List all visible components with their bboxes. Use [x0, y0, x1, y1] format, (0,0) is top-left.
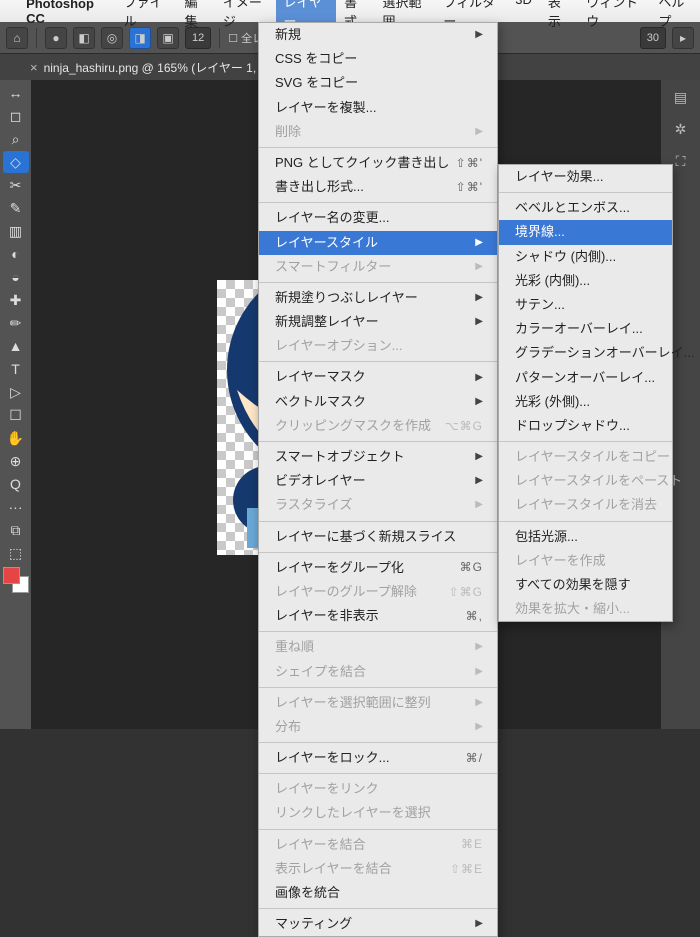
brush-size[interactable]: 30	[640, 27, 666, 49]
tool-19[interactable]: ⧉	[3, 519, 29, 541]
style-menu-item-15: レイヤースタイルを消去	[499, 493, 672, 517]
tool-17[interactable]: Q	[3, 473, 29, 495]
style-menu-item-9[interactable]: パターンオーバーレイ...	[499, 366, 672, 390]
layer-menu-item-17[interactable]: レイヤーマスク▶	[259, 365, 497, 389]
menu-表示[interactable]: 表示	[540, 0, 578, 30]
opt-2[interactable]: ◎	[101, 27, 123, 49]
tool-2[interactable]: ⌕	[3, 128, 29, 150]
style-menu-item-3[interactable]: 境界線...	[499, 220, 672, 244]
tool-10[interactable]: ✏	[3, 312, 29, 334]
tool-3[interactable]: ◇	[3, 151, 29, 173]
tool-14[interactable]: ☐	[3, 404, 29, 426]
tool-0[interactable]: ↔	[3, 82, 29, 104]
tool-18[interactable]: ···	[3, 496, 29, 518]
opt-4[interactable]: ▣	[157, 27, 179, 49]
layer-menu-item-32: シェイプを結合▶	[259, 660, 497, 684]
tool-6[interactable]: ▥	[3, 220, 29, 242]
tab-title: ninja_hashiru.png @ 165% (レイヤー 1, RG	[44, 59, 278, 76]
tool-5[interactable]: ✎	[3, 197, 29, 219]
layer-menu-item-42: レイヤーを結合⌘E	[259, 833, 497, 857]
style-menu-item-8[interactable]: グラデーションオーバーレイ...	[499, 341, 672, 365]
layer-menu-item-44[interactable]: 画像を統合	[259, 881, 497, 905]
layer-menu-item-23: ラスタライズ▶	[259, 493, 497, 517]
menu-ヘルプ[interactable]: ヘルプ	[650, 0, 700, 30]
layer-menu-item-3[interactable]: レイヤーを複製...	[259, 96, 497, 120]
style-menu-item-11[interactable]: ドロップシャドウ...	[499, 414, 672, 438]
style-menu-item-17[interactable]: 包括光源...	[499, 525, 672, 549]
layer-menu-item-0[interactable]: 新規▶	[259, 23, 497, 47]
style-menu-item-20: 効果を拡大・縮小...	[499, 597, 672, 621]
style-menu-item-7[interactable]: カラーオーバーレイ...	[499, 317, 672, 341]
document-tab[interactable]: × ninja_hashiru.png @ 165% (レイヤー 1, RG	[30, 59, 278, 76]
style-menu-item-14: レイヤースタイルをペースト	[499, 469, 672, 493]
layer-menu-item-6[interactable]: PNG としてクイック書き出し⇧⌘'	[259, 151, 497, 175]
tool-15[interactable]: ✋	[3, 427, 29, 449]
opt-3[interactable]: ◨	[129, 27, 151, 49]
dock-icon-1[interactable]: ✲	[668, 118, 694, 140]
color-swatches[interactable]	[3, 567, 29, 593]
layer-menu-item-14[interactable]: 新規調整レイヤー▶	[259, 310, 497, 334]
layer-menu-item-34: レイヤーを選択範囲に整列▶	[259, 691, 497, 715]
layer-menu-item-25[interactable]: レイヤーに基づく新規スライス	[259, 525, 497, 549]
tool-1[interactable]: ◻	[3, 105, 29, 127]
layer-menu-item-21[interactable]: スマートオブジェクト▶	[259, 445, 497, 469]
style-menu-item-13: レイヤースタイルをコピー	[499, 445, 672, 469]
style-menu-item-2[interactable]: ベベルとエンボス...	[499, 196, 672, 220]
brush-preset[interactable]: ●	[45, 27, 67, 49]
layer-menu-item-29[interactable]: レイヤーを非表示⌘,	[259, 604, 497, 628]
layer-menu-item-22[interactable]: ビデオレイヤー▶	[259, 469, 497, 493]
layer-menu-item-43: 表示レイヤーを結合⇧⌘E	[259, 857, 497, 881]
layer-menu-item-11: スマートフィルター▶	[259, 255, 497, 279]
tool-4[interactable]: ✂	[3, 174, 29, 196]
style-menu-item-10[interactable]: 光彩 (外側)...	[499, 390, 672, 414]
home-button[interactable]: ⌂	[6, 27, 28, 49]
opt-1[interactable]: ◧	[73, 27, 95, 49]
menu-編集[interactable]: 編集	[176, 0, 214, 30]
layer-menu-item-10[interactable]: レイヤースタイル▶	[259, 231, 497, 255]
layer-menu-item-9[interactable]: レイヤー名の変更...	[259, 206, 497, 230]
layer-menu-item-39: レイヤーをリンク	[259, 777, 497, 801]
layer-style-submenu: レイヤー効果...ベベルとエンボス...境界線...シャドウ (内側)...光彩…	[498, 164, 673, 622]
close-icon[interactable]: ×	[30, 60, 38, 75]
style-menu-item-4[interactable]: シャドウ (内側)...	[499, 245, 672, 269]
tool-11[interactable]: ▲	[3, 335, 29, 357]
layer-menu-item-27[interactable]: レイヤーをグループ化⌘G	[259, 556, 497, 580]
style-menu-item-6[interactable]: サテン...	[499, 293, 672, 317]
tool-7[interactable]: ◐	[3, 243, 29, 265]
menu-ウィンドウ[interactable]: ウィンドウ	[578, 0, 650, 30]
dock-icon-0[interactable]: ▤	[668, 86, 694, 108]
tool-panel: ↔◻⌕◇✂✎▥◐◒✚✏▲T▷☐✋⊕Q···⧉⬚	[0, 80, 32, 729]
opacity-field[interactable]: 12	[185, 27, 211, 49]
layer-menu-item-35: 分布▶	[259, 715, 497, 739]
tool-9[interactable]: ✚	[3, 289, 29, 311]
menu-ファイル[interactable]: ファイル	[116, 0, 177, 30]
layer-menu-item-2[interactable]: SVG をコピー	[259, 71, 497, 95]
layer-menu: 新規▶CSS をコピーSVG をコピーレイヤーを複製...削除▶ PNG としてク…	[258, 22, 498, 937]
layer-menu-item-40: リンクしたレイヤーを選択	[259, 801, 497, 825]
tool-20[interactable]: ⬚	[3, 542, 29, 564]
panel-toggle[interactable]: ▸	[672, 27, 694, 49]
layer-menu-item-28: レイヤーのグループ解除⇧⌘G	[259, 580, 497, 604]
style-menu-item-0[interactable]: レイヤー効果...	[499, 165, 672, 189]
layer-menu-item-37[interactable]: レイヤーをロック...⌘/	[259, 746, 497, 770]
menu-3D[interactable]: 3D	[507, 0, 540, 30]
layer-menu-item-13[interactable]: 新規塗りつぶしレイヤー▶	[259, 286, 497, 310]
style-menu-item-19[interactable]: すべての効果を隠す	[499, 573, 672, 597]
layer-menu-item-19: クリッピングマスクを作成⌥⌘G	[259, 414, 497, 438]
tool-12[interactable]: T	[3, 358, 29, 380]
layer-menu-item-15: レイヤーオプション...	[259, 334, 497, 358]
layer-menu-item-46[interactable]: マッティング▶	[259, 912, 497, 936]
layer-menu-item-4: 削除▶	[259, 120, 497, 144]
mac-menubar: Photoshop CC ファイル編集イメージレイヤー書式選択範囲フィルター3D…	[0, 0, 700, 22]
tool-13[interactable]: ▷	[3, 381, 29, 403]
tool-16[interactable]: ⊕	[3, 450, 29, 472]
style-menu-item-5[interactable]: 光彩 (内側)...	[499, 269, 672, 293]
layer-menu-item-1[interactable]: CSS をコピー	[259, 47, 497, 71]
layer-menu-item-18[interactable]: ベクトルマスク▶	[259, 390, 497, 414]
style-menu-item-18: レイヤーを作成	[499, 549, 672, 573]
layer-menu-item-31: 重ね順▶	[259, 635, 497, 659]
app-name[interactable]: Photoshop CC	[18, 0, 116, 26]
tool-8[interactable]: ◒	[3, 266, 29, 288]
layer-menu-item-7[interactable]: 書き出し形式...⇧⌘'	[259, 175, 497, 199]
